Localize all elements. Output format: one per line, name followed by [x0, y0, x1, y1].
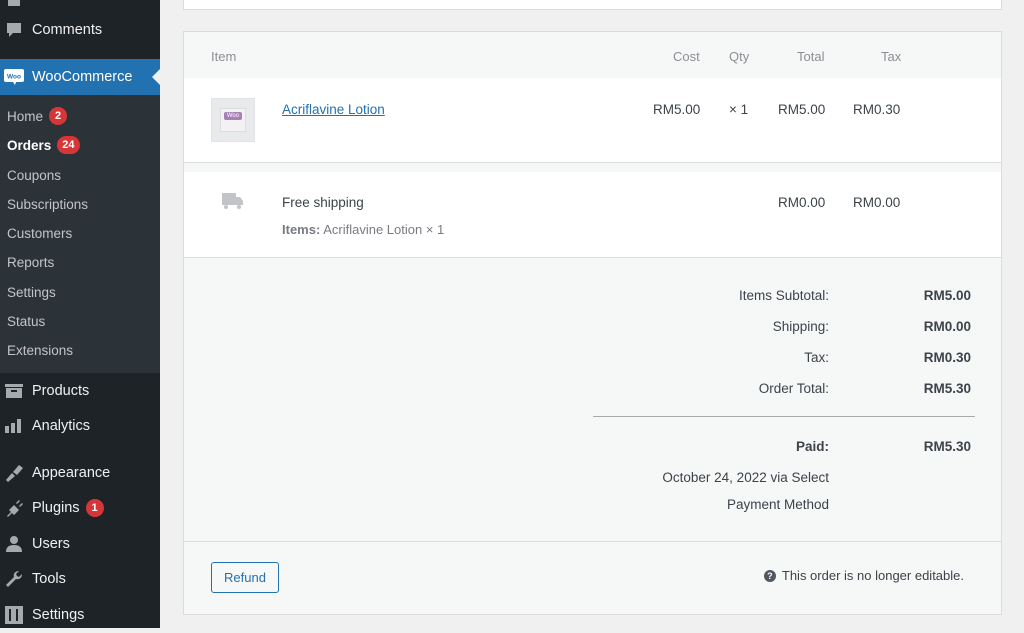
active-indicator-arrow	[152, 69, 160, 85]
sidebar-item-label: WooCommerce	[32, 69, 133, 85]
shipping-row: Free shipping Items: Acriflavine Lotion …	[184, 172, 1001, 258]
shipping-total: RM0.00	[778, 195, 826, 210]
woocommerce-icon: Woo	[4, 67, 24, 87]
truck-icon	[222, 192, 244, 215]
sidebar-item-woocommerce[interactable]: Woo WooCommerce	[0, 59, 160, 95]
woo-placeholder-logo: Woo	[224, 112, 242, 120]
placeholder-image-icon: Woo	[220, 108, 246, 132]
comment-icon	[4, 20, 24, 40]
item-total: RM5.00	[778, 102, 826, 117]
shipping-items-value: Acriflavine Lotion × 1	[323, 222, 445, 237]
paid-date-line2: Payment Method	[726, 497, 829, 512]
sidebar-item-label: Plugins	[32, 500, 80, 516]
paid-label: Paid:	[795, 439, 829, 454]
plugins-update-badge: 1	[85, 499, 104, 517]
sidebar-item-label: Settings	[32, 607, 85, 623]
order-data-panel-bottom	[183, 0, 1002, 10]
sidebar-item-label: Appearance	[32, 465, 111, 481]
woocommerce-submenu: Home 2 Orders 24 Coupons Subscriptions C…	[0, 95, 160, 373]
submenu-item-customers[interactable]: Customers	[7, 223, 72, 243]
sidebar-item-label: Users	[32, 536, 70, 552]
shipping-items-meta: Items: Acriflavine Lotion × 1	[282, 222, 444, 237]
shipping-total-label: Shipping:	[772, 319, 829, 334]
paid-value: RM5.30	[923, 439, 971, 454]
wrench-icon	[4, 569, 24, 589]
sidebar-item-products[interactable]: Products	[0, 373, 160, 409]
sidebar-item-label: Products	[32, 383, 90, 399]
page-icon	[4, 0, 24, 10]
shipping-total-value: RM0.00	[923, 319, 971, 334]
not-editable-text: This order is no longer editable.	[781, 568, 964, 583]
sidebar-item-label: Comments	[32, 22, 103, 38]
submenu-label: Subscriptions	[7, 196, 89, 212]
column-header-tax: Tax	[881, 49, 902, 64]
product-name-link[interactable]: Acriflavine Lotion	[282, 102, 385, 117]
sidebar-item-label: Analytics	[32, 418, 91, 434]
help-icon[interactable]: ?	[763, 569, 776, 582]
order-total-label: Order Total:	[758, 381, 829, 396]
admin-sidebar: Comments Woo WooCommerce Home 2 Orders 2…	[0, 0, 160, 628]
sidebar-item-tools[interactable]: Tools	[0, 561, 160, 597]
submenu-label: Extensions	[7, 342, 74, 358]
submenu-item-subscriptions[interactable]: Subscriptions	[7, 194, 88, 214]
product-thumbnail[interactable]: Woo	[211, 98, 255, 142]
sidebar-item-appearance[interactable]: Appearance	[0, 455, 160, 491]
order-items-panel: Item Cost Qty Total Tax Woo Acriflavine …	[183, 31, 1002, 615]
bar-chart-icon	[4, 416, 24, 436]
tax-total-value: RM0.30	[923, 350, 971, 365]
submenu-item-extensions[interactable]: Extensions	[7, 340, 73, 360]
submenu-item-orders[interactable]: Orders 24	[7, 135, 80, 155]
item-qty: × 1	[729, 102, 749, 117]
sidebar-item-analytics[interactable]: Analytics	[0, 408, 160, 444]
column-header-item: Item	[211, 49, 237, 64]
orders-count-badge: 24	[57, 136, 80, 154]
shipping-method-name: Free shipping	[282, 195, 364, 210]
sidebar-item-users[interactable]: Users	[0, 526, 160, 562]
paintbrush-icon	[4, 463, 24, 483]
line-item-row: Woo Acriflavine Lotion RM5.00 × 1 RM5.00…	[184, 78, 1001, 163]
sidebar-item-comments[interactable]: Comments	[0, 12, 160, 48]
tax-total-label: Tax:	[804, 350, 829, 365]
submenu-label: Home	[7, 108, 44, 124]
svg-text:Woo: Woo	[7, 74, 21, 81]
totals-divider	[593, 416, 975, 417]
settings-icon	[4, 605, 24, 625]
shipping-tax: RM0.00	[853, 195, 901, 210]
refund-button[interactable]: Refund	[211, 562, 279, 593]
submenu-item-coupons[interactable]: Coupons	[7, 165, 61, 185]
items-subtotal-label: Items Subtotal:	[738, 288, 829, 303]
archive-icon	[4, 381, 24, 401]
page-right-gutter	[1002, 0, 1024, 628]
not-editable-notice: ? This order is no longer editable.	[763, 568, 964, 583]
submenu-label: Orders	[7, 137, 52, 153]
column-header-total: Total	[797, 49, 825, 64]
sidebar-item-label: Tools	[32, 571, 66, 587]
submenu-label: Status	[7, 313, 46, 329]
column-header-cost: Cost	[673, 49, 700, 64]
submenu-item-reports[interactable]: Reports	[7, 252, 54, 272]
column-header-qty: Qty	[729, 49, 750, 64]
items-subtotal-value: RM5.00	[923, 288, 971, 303]
submenu-label: Reports	[7, 254, 55, 270]
sidebar-item-plugins[interactable]: Plugins 1	[0, 490, 160, 526]
footer-divider	[184, 541, 1001, 542]
user-icon	[4, 534, 24, 554]
item-cost: RM5.00	[653, 102, 701, 117]
item-tax: RM0.30	[853, 102, 901, 117]
submenu-item-status[interactable]: Status	[7, 311, 45, 331]
submenu-label: Coupons	[7, 167, 62, 183]
plugin-icon	[4, 498, 24, 518]
submenu-label: Settings	[7, 284, 56, 300]
submenu-label: Customers	[7, 225, 73, 241]
submenu-item-home[interactable]: Home 2	[7, 106, 68, 126]
shipping-items-label: Items:	[282, 222, 321, 237]
submenu-item-settings[interactable]: Settings	[7, 282, 56, 302]
home-count-badge: 2	[49, 107, 68, 125]
paid-date-line1: October 24, 2022 via Select	[662, 470, 829, 485]
order-total-value: RM5.30	[923, 381, 971, 396]
